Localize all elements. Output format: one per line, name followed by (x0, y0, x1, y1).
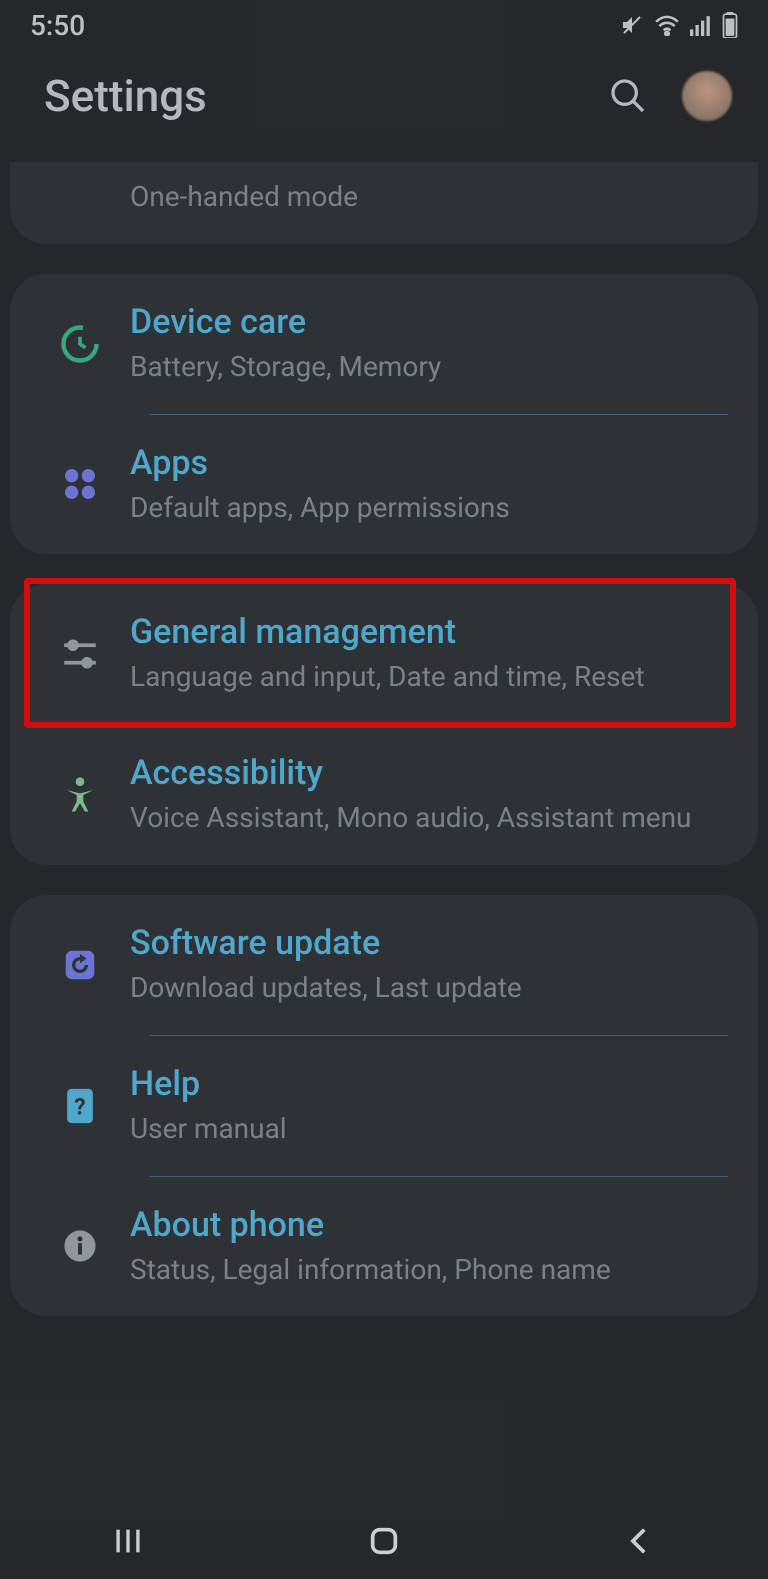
status-bar: 5:50 (0, 0, 768, 50)
settings-item-help[interactable]: ? Help User manual (10, 1036, 758, 1176)
item-title: Device care (130, 302, 728, 342)
settings-item-apps[interactable]: Apps Default apps, App permissions (10, 415, 758, 555)
item-subtitle: User manual (130, 1110, 728, 1148)
item-title: Help (130, 1064, 728, 1104)
settings-item-device-care[interactable]: Device care Battery, Storage, Memory (10, 274, 758, 414)
settings-group: Device care Battery, Storage, Memory App… (10, 274, 758, 555)
settings-group-advanced: S Pen, Motions and gestures, One-handed … (10, 162, 758, 244)
item-title: Accessibility (130, 753, 728, 793)
settings-scroll[interactable]: S Pen, Motions and gestures, One-handed … (0, 162, 768, 1356)
page-title: Settings (44, 70, 207, 122)
item-subtitle: Language and input, Date and time, Reset (130, 658, 728, 696)
item-subtitle: S Pen, Motions and gestures, One-handed … (130, 162, 728, 216)
search-icon[interactable] (608, 76, 648, 116)
item-subtitle: Status, Legal information, Phone name (130, 1251, 728, 1289)
android-nav-bar (0, 1503, 768, 1579)
device-care-icon (30, 322, 130, 366)
item-title: Apps (130, 443, 728, 483)
settings-header: Settings (0, 50, 768, 162)
settings-item-general-management[interactable]: General management Language and input, D… (10, 584, 758, 724)
item-title: Software update (130, 923, 728, 963)
apps-icon (30, 464, 130, 504)
status-time: 5:50 (30, 9, 85, 42)
battery-icon (722, 12, 738, 38)
accessibility-icon (30, 775, 130, 815)
update-icon (30, 946, 130, 984)
mute-icon (620, 13, 644, 37)
item-subtitle: Battery, Storage, Memory (130, 348, 728, 386)
item-subtitle: Default apps, App permissions (130, 489, 728, 527)
help-icon: ? (30, 1086, 130, 1126)
signal-icon (690, 14, 712, 36)
settings-item-about-phone[interactable]: About phone Status, Legal information, P… (10, 1177, 758, 1317)
settings-item-accessibility[interactable]: Accessibility Voice Assistant, Mono audi… (10, 725, 758, 865)
profile-avatar[interactable] (682, 71, 732, 121)
svg-text:?: ? (74, 1093, 85, 1120)
settings-group: Software update Download updates, Last u… (10, 895, 758, 1316)
item-subtitle: Voice Assistant, Mono audio, Assistant m… (130, 799, 728, 837)
settings-item-advanced-features[interactable]: S Pen, Motions and gestures, One-handed … (10, 162, 758, 244)
info-icon (30, 1229, 130, 1263)
wifi-icon (654, 14, 680, 36)
status-icons (620, 12, 738, 38)
item-title: General management (130, 612, 728, 652)
item-subtitle: Download updates, Last update (130, 969, 728, 1007)
recents-button[interactable] (111, 1524, 145, 1558)
settings-group: General management Language and input, D… (10, 584, 758, 865)
home-button[interactable] (367, 1524, 401, 1558)
back-button[interactable] (623, 1524, 657, 1558)
sliders-icon (30, 633, 130, 675)
item-title: About phone (130, 1205, 728, 1245)
settings-item-software-update[interactable]: Software update Download updates, Last u… (10, 895, 758, 1035)
